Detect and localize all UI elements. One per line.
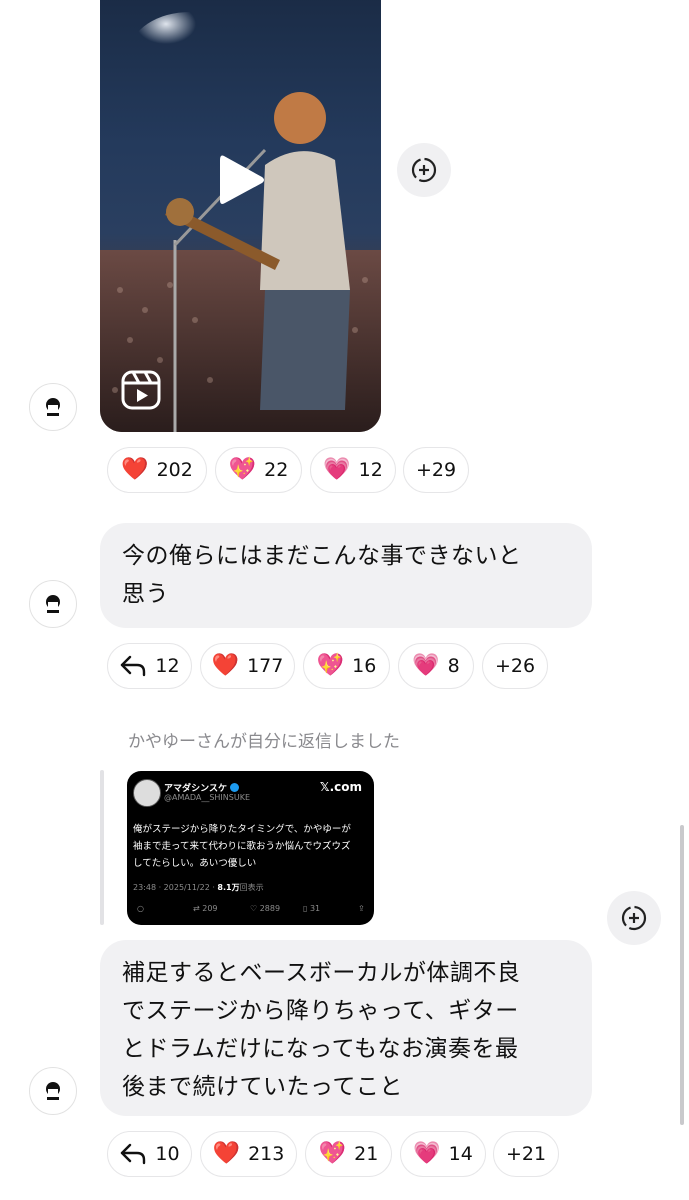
comment-icon: ○ bbox=[137, 904, 144, 913]
reaction-more-count: +21 bbox=[505, 1143, 547, 1165]
scrollbar[interactable] bbox=[680, 825, 684, 1125]
reaction-more[interactable]: +26 bbox=[482, 643, 548, 689]
reply-thread-line bbox=[100, 770, 104, 925]
reaction-heart[interactable]: ❤️ 177 bbox=[200, 643, 295, 689]
share-button[interactable] bbox=[397, 143, 451, 197]
avatar-icon bbox=[46, 1082, 60, 1100]
reaction-heart[interactable]: ❤️ 213 bbox=[200, 1131, 297, 1177]
sparkling-heart-icon: 💖 bbox=[316, 653, 345, 678]
reaction-count: 213 bbox=[248, 1143, 285, 1165]
reaction-count: 8 bbox=[447, 655, 460, 677]
reaction-pink-heart[interactable]: 💗 8 bbox=[398, 643, 474, 689]
bookmark-stat: ▯ 31 bbox=[303, 904, 321, 913]
tweet-screenshot-card[interactable]: アマダシンスケ @AMADA__SHINSUKE 𝕏.com 俺がステージから降… bbox=[127, 771, 374, 925]
reaction-pink-heart[interactable]: 💗 14 bbox=[400, 1131, 486, 1177]
retweet-stat: ⇄ 209 bbox=[193, 904, 218, 913]
avatar[interactable] bbox=[29, 383, 77, 431]
reel-video-card[interactable] bbox=[100, 0, 381, 432]
reaction-sparkling-heart[interactable]: 💖 16 bbox=[303, 643, 390, 689]
share-button[interactable] bbox=[607, 891, 661, 945]
reply-icon bbox=[121, 655, 146, 677]
pink-heart-icon: 💗 bbox=[412, 653, 440, 678]
reaction-count: 177 bbox=[247, 655, 284, 677]
message-text-line: とドラムだけになってもなお演奏を最 bbox=[122, 1036, 519, 1062]
reply-count-button[interactable]: 12 bbox=[107, 643, 192, 689]
tweet-author-handle: @AMADA__SHINSUKE bbox=[164, 793, 251, 802]
reaction-count: 22 bbox=[264, 459, 289, 481]
message-bubble[interactable]: 今の俺らにはまだこんな事できないと 思う bbox=[100, 523, 592, 628]
message-text-line: 思う bbox=[122, 581, 169, 607]
reply-note: かやゆーさんが自分に返信しました bbox=[128, 732, 400, 752]
message-text-line: 今の俺らにはまだこんな事できないと bbox=[122, 543, 522, 569]
reply-icon bbox=[121, 1143, 146, 1165]
tweet-avatar bbox=[133, 779, 161, 807]
heart-icon: ❤️ bbox=[212, 1141, 241, 1166]
share-tweet-icon: ⇪ bbox=[358, 904, 365, 913]
message-text-line: でステージから降りちゃって、ギター bbox=[122, 998, 519, 1024]
reaction-sparkling-heart[interactable]: 💖 21 bbox=[305, 1131, 392, 1177]
reply-count-button[interactable]: 10 bbox=[107, 1131, 192, 1177]
reels-icon bbox=[121, 370, 161, 410]
heart-icon: ❤️ bbox=[211, 653, 240, 678]
reaction-heart[interactable]: ❤️ 202 bbox=[107, 447, 207, 493]
reaction-count: 202 bbox=[156, 459, 193, 481]
tweet-meta: 23:48 · 2025/11/22 · 8.1万回表示 bbox=[133, 883, 264, 892]
reply-count: 12 bbox=[155, 655, 180, 677]
play-icon[interactable] bbox=[218, 152, 266, 208]
tweet-body: 俺がステージから降りたタイミングで、かやゆーが 袖まで走って来て代わりに歌おうか… bbox=[133, 824, 351, 869]
reaction-count: 14 bbox=[448, 1143, 473, 1165]
heart-icon: ❤️ bbox=[121, 457, 149, 482]
reaction-count: 16 bbox=[352, 655, 377, 677]
avatar[interactable] bbox=[29, 1067, 77, 1115]
pink-heart-icon: 💗 bbox=[413, 1141, 441, 1166]
add-share-icon bbox=[621, 905, 647, 931]
add-share-icon bbox=[411, 157, 437, 183]
sparkling-heart-icon: 💖 bbox=[318, 1141, 347, 1166]
like-stat: ♡ 2889 bbox=[250, 904, 281, 913]
avatar[interactable] bbox=[29, 580, 77, 628]
message-text-line: 後まで続けていたってこと bbox=[122, 1074, 403, 1100]
avatar-icon bbox=[46, 398, 60, 416]
avatar-icon bbox=[46, 595, 60, 613]
reaction-count: 12 bbox=[358, 459, 383, 481]
concert-photo bbox=[100, 12, 381, 432]
reaction-sparkling-heart[interactable]: 💖 22 bbox=[215, 447, 302, 493]
reaction-count: 21 bbox=[354, 1143, 379, 1165]
verified-icon bbox=[230, 783, 240, 792]
reaction-more[interactable]: +29 bbox=[403, 447, 469, 493]
pink-heart-icon: 💗 bbox=[323, 457, 351, 482]
sparkling-heart-icon: 💖 bbox=[228, 457, 257, 482]
tweet-source: 𝕏.com bbox=[319, 780, 362, 794]
reaction-more[interactable]: +21 bbox=[493, 1131, 559, 1177]
message-text-line: 補足するとベースボーカルが体調不良 bbox=[122, 960, 521, 986]
reaction-pink-heart[interactable]: 💗 12 bbox=[310, 447, 396, 493]
reaction-more-count: +26 bbox=[494, 655, 536, 677]
reaction-more-count: +29 bbox=[415, 459, 457, 481]
reply-count: 10 bbox=[155, 1143, 180, 1165]
message-bubble[interactable]: 補足するとベースボーカルが体調不良 でステージから降りちゃって、ギター とドラム… bbox=[100, 940, 592, 1116]
